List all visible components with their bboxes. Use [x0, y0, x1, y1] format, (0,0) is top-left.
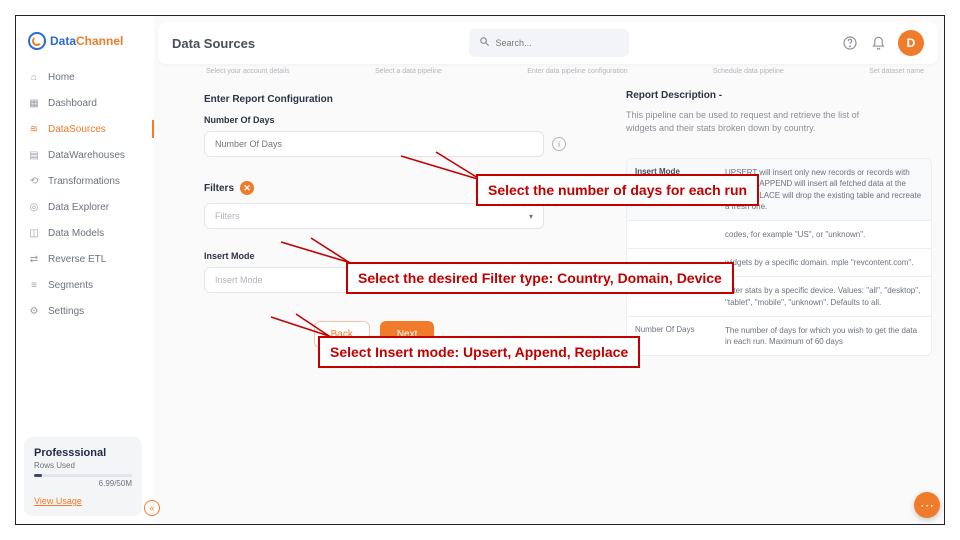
sidebar-item-dataexplorer[interactable]: ◎Data Explorer	[16, 194, 154, 220]
content: Enter Report Configuration Number Of Day…	[196, 90, 932, 512]
usage-bar	[34, 474, 132, 477]
nav-list: ⌂Home ▦Dashboard ≋DataSources ▤DataWareh…	[16, 64, 154, 324]
dashboard-icon: ▦	[28, 97, 40, 109]
plan-rows-label: Rows Used	[34, 461, 132, 470]
database-icon: ≋	[28, 123, 40, 135]
callout-days: Select the number of days for each run	[476, 174, 759, 206]
step-2: Select a data pipeline	[375, 68, 442, 84]
logo-icon	[28, 32, 46, 50]
step-1: Select your account details	[206, 68, 290, 84]
sidebar-item-settings[interactable]: ⚙Settings	[16, 298, 154, 324]
topbar: Data Sources D	[158, 22, 938, 64]
step-3: Enter data pipeline configuration	[527, 68, 627, 84]
sidebar-collapse-button[interactable]: «	[144, 500, 160, 516]
sidebar-item-home[interactable]: ⌂Home	[16, 64, 154, 90]
home-icon: ⌂	[28, 71, 40, 83]
filters-placeholder: Filters	[215, 211, 240, 221]
table-row: Number Of DaysThe number of days for whi…	[627, 316, 931, 355]
sidebar-item-datawarehouses[interactable]: ▤DataWarehouses	[16, 142, 154, 168]
callout-insert: Select Insert mode: Upsert, Append, Repl…	[318, 336, 640, 368]
plan-card: Professsional Rows Used 6.99/50M View Us…	[24, 437, 142, 516]
logo-text: DataChannel	[50, 34, 123, 48]
etl-icon: ⇄	[28, 253, 40, 265]
bell-icon[interactable]	[870, 35, 886, 51]
insert-placeholder: Insert Mode	[215, 275, 263, 285]
search-icon	[479, 34, 490, 52]
sidebar-item-reverseetl[interactable]: ⇄Reverse ETL	[16, 246, 154, 272]
filters-label: Filters	[204, 183, 234, 194]
callout-filters: Select the desired Filter type: Country,…	[346, 262, 734, 294]
sidebar-item-datasources[interactable]: ≋DataSources	[16, 116, 154, 142]
desc-title: Report Description -	[626, 90, 932, 101]
sidebar-item-datamodels[interactable]: ◫Data Models	[16, 220, 154, 246]
table-row: codes, for example "US", or "unknown".	[627, 220, 931, 248]
chat-fab[interactable]: ⋯	[914, 492, 940, 518]
help-icon[interactable]	[842, 35, 858, 51]
explorer-icon: ◎	[28, 201, 40, 213]
filters-clear-icon[interactable]: ✕	[240, 181, 254, 195]
models-icon: ◫	[28, 227, 40, 239]
transform-icon: ⟲	[28, 175, 40, 187]
sidebar-item-transformations[interactable]: ⟲Transformations	[16, 168, 154, 194]
sidebar-item-dashboard[interactable]: ▦Dashboard	[16, 90, 154, 116]
plan-title: Professsional	[34, 447, 132, 459]
avatar[interactable]: D	[898, 30, 924, 56]
warehouse-icon: ▤	[28, 149, 40, 161]
step-5: Set dataset name	[869, 68, 924, 84]
gear-icon: ⚙	[28, 305, 40, 317]
segments-icon: ≡	[28, 279, 40, 291]
wizard-steps: Select your account details Select a dat…	[206, 68, 924, 84]
description-panel: Report Description - This pipeline can b…	[626, 90, 932, 356]
plan-usage: 6.99/50M	[34, 479, 132, 488]
sidebar: DataChannel ⌂Home ▦Dashboard ≋DataSource…	[16, 16, 154, 524]
search-input[interactable]	[496, 38, 619, 48]
view-usage-link[interactable]: View Usage	[34, 496, 132, 506]
days-input[interactable]	[204, 131, 544, 157]
chevron-down-icon: ▾	[529, 212, 533, 221]
page-title: Data Sources	[172, 36, 255, 51]
desc-text: This pipeline can be used to request and…	[626, 109, 876, 134]
step-4: Schedule data pipeline	[713, 68, 784, 84]
logo: DataChannel	[16, 26, 154, 64]
search-box[interactable]	[469, 29, 629, 57]
filters-select[interactable]: Filters ▾	[204, 203, 544, 229]
sidebar-item-segments[interactable]: ≡Segments	[16, 272, 154, 298]
days-info-icon[interactable]: i	[552, 137, 566, 151]
